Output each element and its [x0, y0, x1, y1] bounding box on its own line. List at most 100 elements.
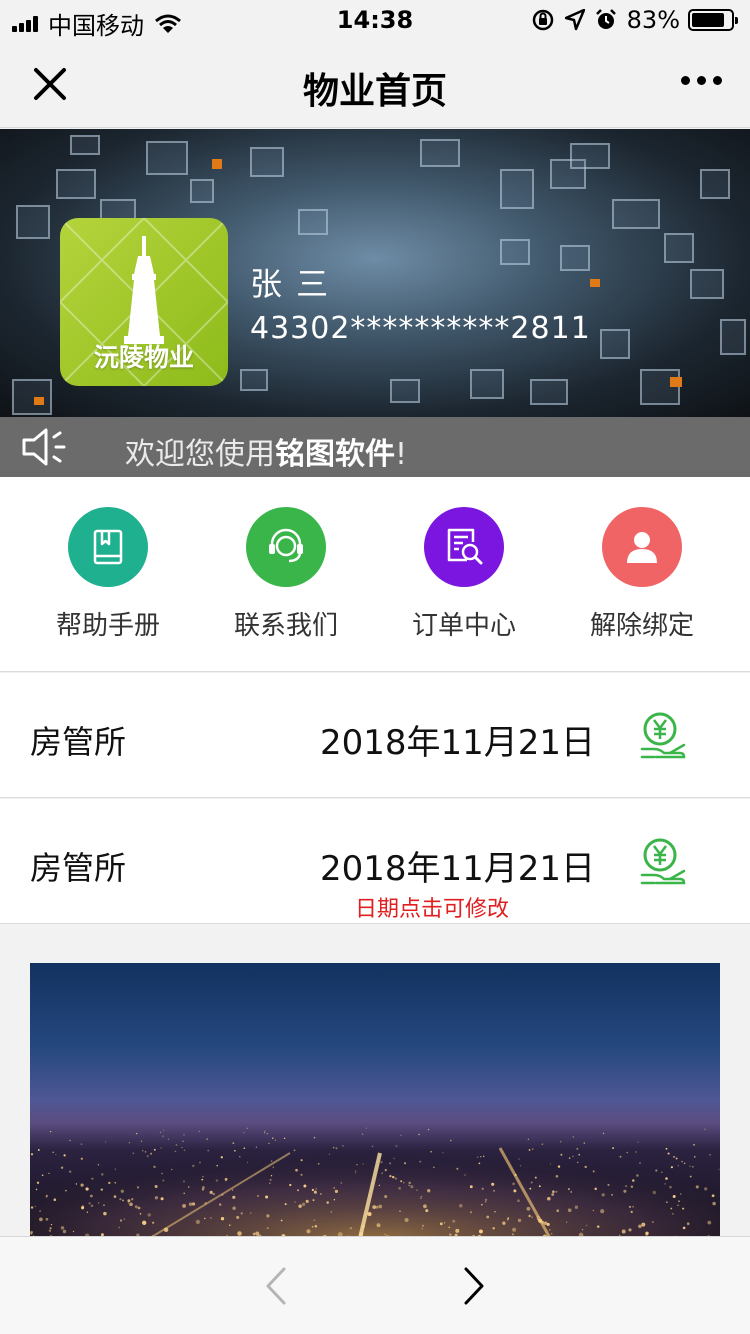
city-light	[623, 1189, 627, 1193]
city-light	[410, 1185, 414, 1189]
city-light	[30, 1230, 33, 1234]
city-light	[268, 1142, 270, 1145]
more-icon[interactable]	[674, 76, 722, 85]
city-light	[63, 1154, 66, 1157]
city-light	[201, 1186, 205, 1190]
payment-icon[interactable]	[634, 709, 690, 765]
city-light	[90, 1194, 93, 1198]
record-date[interactable]: 2018年11月21日	[320, 715, 595, 764]
city-light	[456, 1167, 459, 1170]
city-light	[583, 1142, 586, 1144]
city-light	[46, 1194, 48, 1197]
city-light	[30, 1153, 34, 1156]
list-item[interactable]: 房管所 2018年11月21日	[0, 673, 750, 798]
city-light	[689, 1165, 691, 1167]
city-light	[559, 1140, 562, 1143]
city-light	[399, 1210, 401, 1212]
city-light	[153, 1165, 156, 1169]
city-light	[269, 1179, 272, 1181]
city-night-photo	[30, 963, 720, 1238]
city-light	[420, 1197, 422, 1200]
city-light	[129, 1202, 133, 1207]
city-light	[682, 1207, 685, 1210]
city-light	[433, 1166, 435, 1168]
battery-percent: 83%	[626, 6, 680, 34]
unbind-button[interactable]: 解除绑定	[572, 507, 712, 642]
city-light	[455, 1228, 460, 1233]
city-light	[443, 1222, 446, 1224]
city-light	[513, 1189, 517, 1193]
city-light	[528, 1149, 531, 1151]
city-light	[243, 1132, 245, 1134]
city-light	[548, 1229, 551, 1231]
city-light	[375, 1205, 379, 1209]
location-icon	[564, 9, 585, 31]
city-light	[493, 1190, 495, 1192]
chevron-left-icon[interactable]	[258, 1265, 294, 1307]
city-light	[147, 1213, 151, 1217]
city-light	[80, 1143, 83, 1145]
city-light	[264, 1130, 266, 1132]
city-light	[555, 1190, 558, 1193]
city-light	[181, 1146, 183, 1149]
city-light	[695, 1185, 699, 1189]
city-light	[314, 1224, 318, 1228]
city-light	[150, 1152, 153, 1155]
city-light	[220, 1156, 223, 1159]
city-light	[481, 1203, 483, 1206]
city-light	[75, 1183, 78, 1185]
city-light	[182, 1140, 184, 1142]
city-light	[41, 1174, 44, 1177]
payment-icon[interactable]	[634, 835, 690, 891]
city-light	[265, 1195, 269, 1199]
city-light	[661, 1171, 663, 1173]
city-light	[707, 1220, 712, 1225]
city-light	[231, 1189, 234, 1191]
city-light	[689, 1175, 692, 1178]
city-light	[113, 1195, 117, 1198]
city-light	[334, 1189, 339, 1194]
city-light	[652, 1190, 657, 1195]
city-light	[243, 1147, 246, 1149]
record-date[interactable]: 2018年11月21日	[320, 841, 595, 890]
city-light	[137, 1206, 141, 1210]
city-light	[607, 1183, 610, 1186]
city-light	[420, 1196, 423, 1198]
help-manual-button[interactable]: 帮助手册	[38, 507, 178, 642]
nav-bar: 物业首页	[0, 40, 750, 128]
city-light	[140, 1140, 143, 1142]
list-item[interactable]: 房管所 2018年11月21日 日期点击可修改	[0, 799, 750, 924]
order-center-button[interactable]: 订单中心	[394, 507, 534, 642]
city-light	[160, 1197, 164, 1201]
notice-text: 欢迎您使用铭图软件!	[125, 437, 408, 472]
city-light	[628, 1228, 632, 1232]
city-light	[209, 1190, 213, 1195]
city-light	[162, 1135, 164, 1137]
record-name: 房管所	[30, 723, 127, 761]
city-light	[30, 1206, 34, 1209]
city-light	[330, 1210, 333, 1213]
city-light	[201, 1178, 204, 1181]
user-id-number: 43302**********2811	[250, 311, 591, 346]
city-light	[293, 1149, 296, 1152]
city-light	[342, 1145, 344, 1147]
city-light	[507, 1218, 509, 1221]
city-light	[686, 1222, 690, 1225]
city-light	[712, 1201, 716, 1206]
city-light	[202, 1175, 204, 1178]
city-light	[153, 1148, 156, 1151]
city-light	[492, 1227, 495, 1230]
city-light	[167, 1138, 170, 1140]
city-light	[266, 1227, 269, 1230]
city-light	[195, 1219, 201, 1225]
city-light	[114, 1181, 117, 1184]
city-light	[469, 1185, 473, 1189]
contact-us-button[interactable]: 联系我们	[216, 507, 356, 642]
city-light	[34, 1205, 36, 1208]
chevron-right-icon[interactable]	[456, 1265, 492, 1307]
city-light	[187, 1186, 190, 1188]
city-light	[80, 1183, 84, 1187]
book-icon	[93, 529, 123, 565]
order-center-label: 订单中心	[411, 611, 516, 641]
city-light	[619, 1155, 622, 1158]
